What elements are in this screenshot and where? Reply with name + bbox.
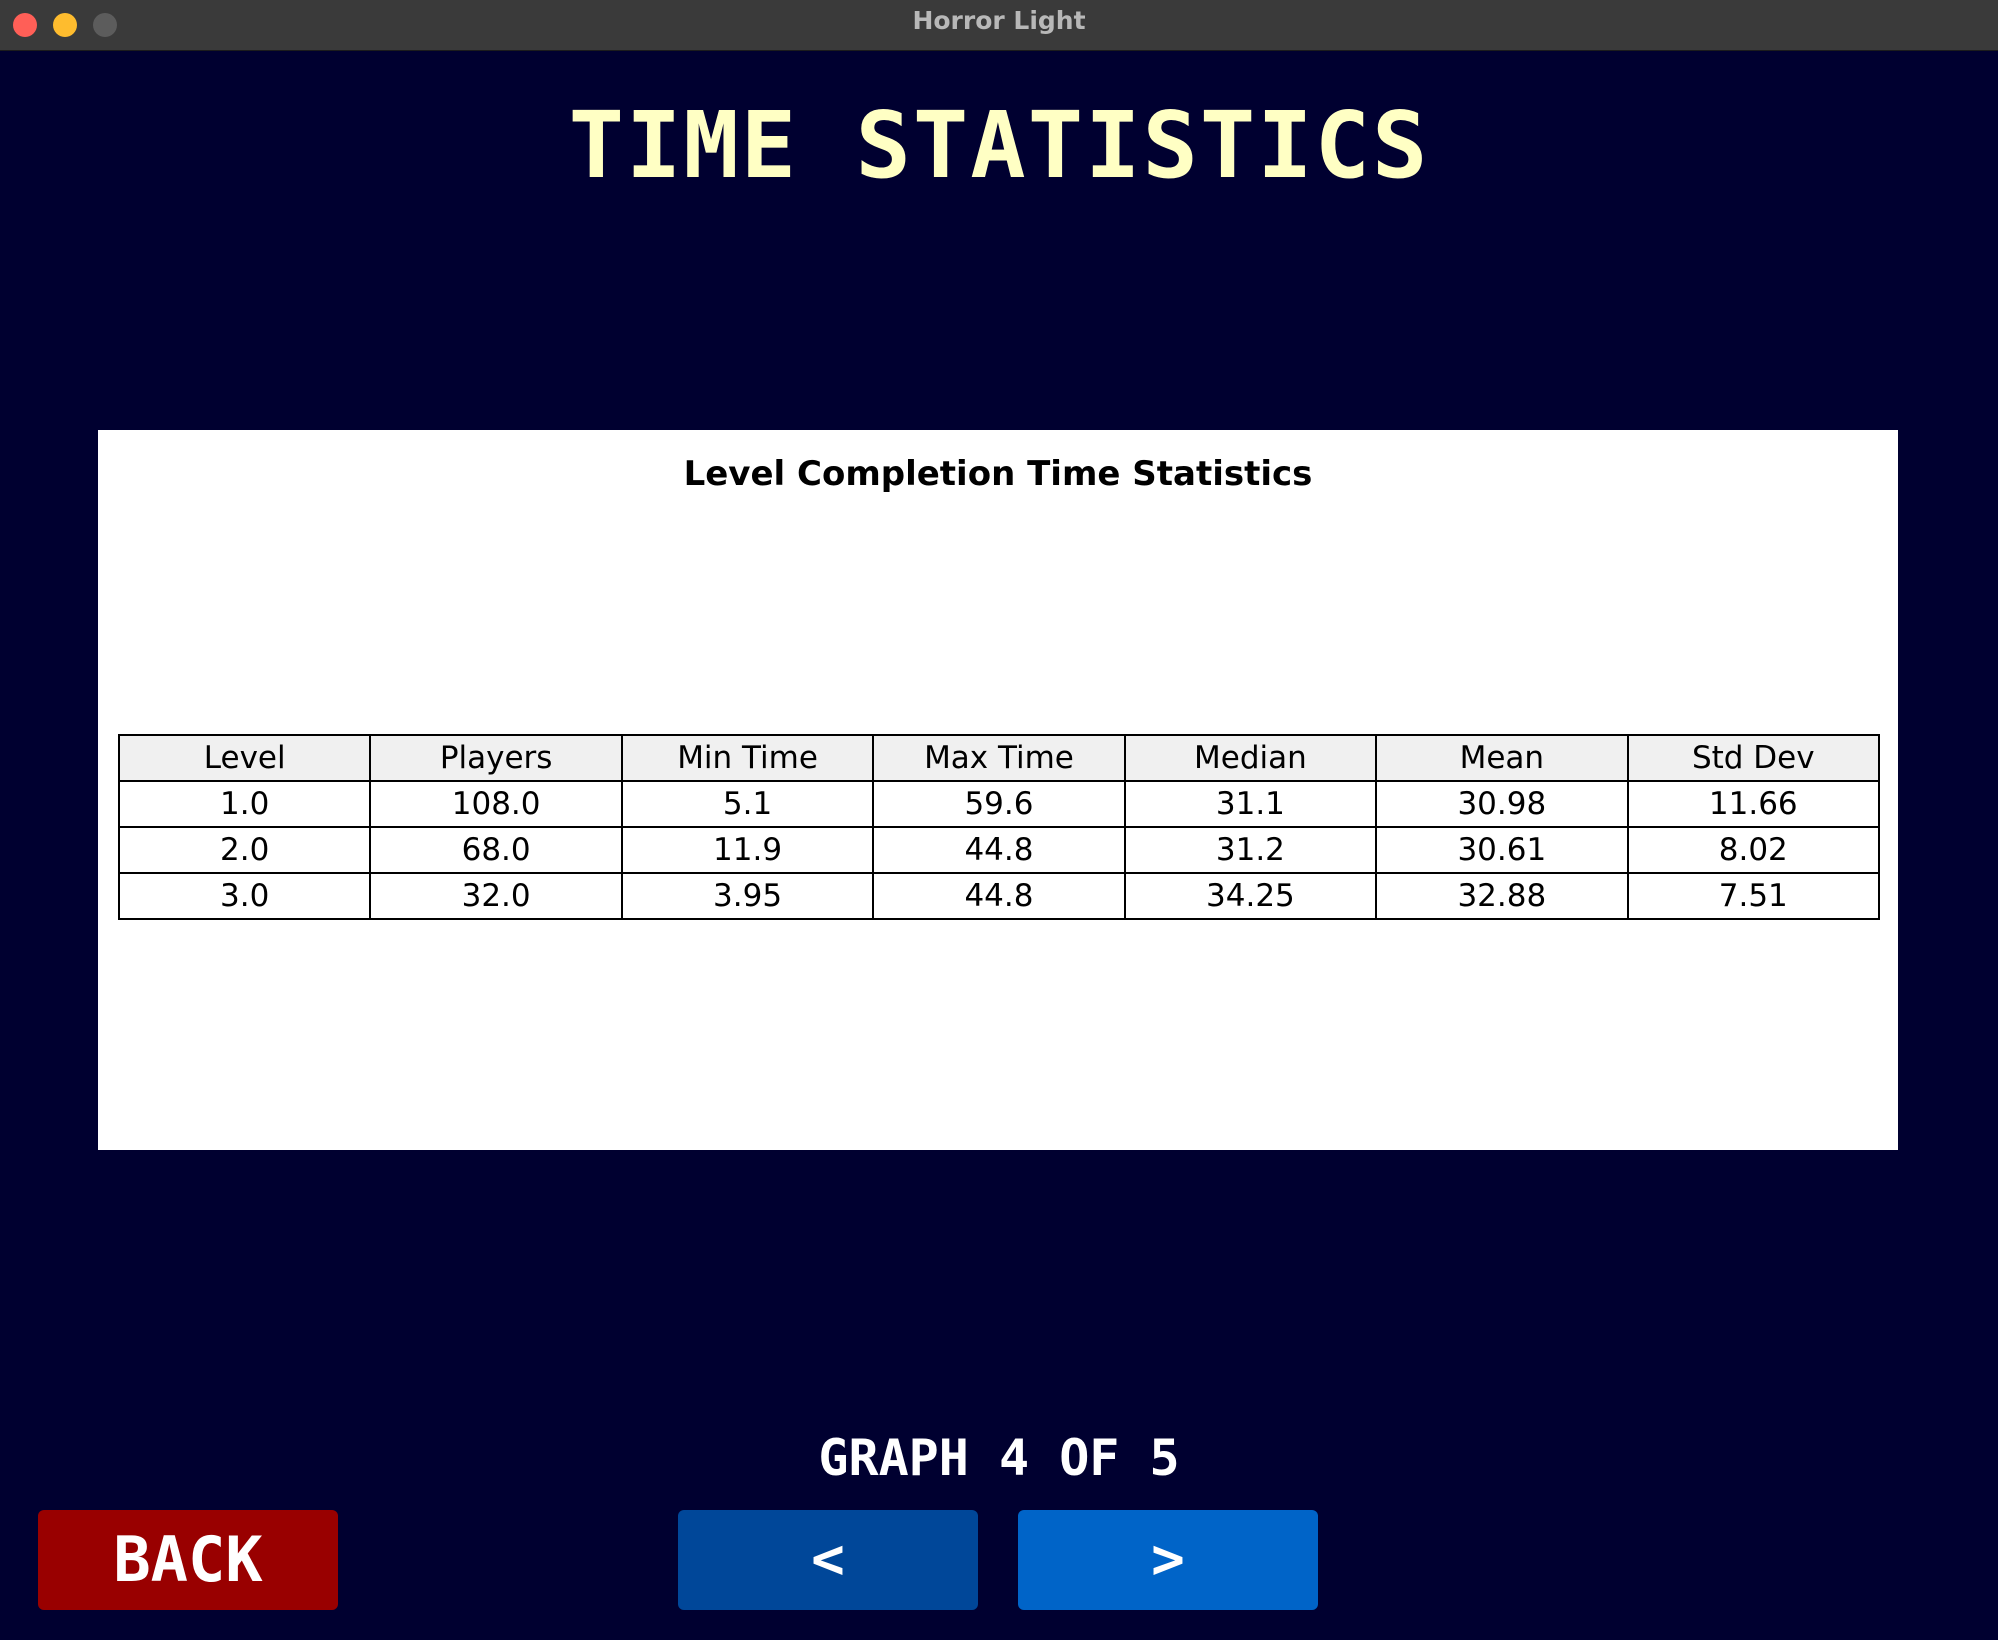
table-title: Level Completion Time Statistics (683, 454, 1313, 494)
table-cell: 31.2 (1123, 826, 1378, 874)
table-panel: Level Completion Time Statistics Level P… (98, 430, 1898, 1150)
table-cell: 1.0 (117, 780, 372, 828)
stats-table: Level Players Min Time Max Time Median M… (117, 734, 1881, 920)
column-header: Std Dev (1626, 734, 1881, 782)
table-cell: 11.66 (1626, 780, 1881, 828)
table-cell: 44.8 (872, 826, 1126, 874)
table-cell: 31.1 (1123, 780, 1378, 828)
table-cell: 5.1 (620, 780, 875, 828)
table-cell: 32.0 (369, 872, 623, 920)
next-graph-button[interactable]: > (1018, 1510, 1318, 1610)
previous-graph-button[interactable]: < (678, 1510, 978, 1610)
column-header: Level (117, 734, 372, 782)
table-row: 2.0 68.0 11.9 44.8 31.2 30.61 8.02 (117, 826, 1881, 874)
table-cell: 30.61 (1375, 826, 1629, 874)
app-window: Horror Light TIME STATISTICS Level Compl… (0, 0, 1998, 1640)
page-title: TIME STATISTICS (568, 92, 1430, 199)
column-header: Max Time (872, 734, 1126, 782)
column-header: Mean (1375, 734, 1629, 782)
column-header: Min Time (620, 734, 875, 782)
graph-counter: GRAPH 4 OF 5 (818, 1429, 1180, 1487)
table-cell: 68.0 (369, 826, 623, 874)
table-cell: 3.0 (117, 872, 372, 920)
table-cell: 2.0 (117, 826, 372, 874)
window-titlebar: Horror Light (0, 0, 1998, 51)
table-cell: 44.8 (872, 872, 1126, 920)
column-header: Players (369, 734, 623, 782)
back-button[interactable]: BACK (38, 1510, 338, 1610)
table-cell: 7.51 (1626, 872, 1881, 920)
table-cell: 8.02 (1626, 826, 1881, 874)
table-cell: 3.95 (620, 872, 875, 920)
table-row: 1.0 108.0 5.1 59.6 31.1 30.98 11.66 (117, 780, 1881, 828)
table-cell: 32.88 (1375, 872, 1629, 920)
table-cell: 59.6 (872, 780, 1126, 828)
table-cell: 34.25 (1123, 872, 1378, 920)
table-row: 3.0 32.0 3.95 44.8 34.25 32.88 7.51 (117, 872, 1881, 920)
table-cell: 108.0 (369, 780, 623, 828)
table-cell: 11.9 (620, 826, 875, 874)
table-cell: 30.98 (1375, 780, 1629, 828)
column-header: Median (1123, 734, 1378, 782)
window-title: Horror Light (912, 6, 1086, 35)
table-header-row: Level Players Min Time Max Time Median M… (117, 734, 1881, 782)
